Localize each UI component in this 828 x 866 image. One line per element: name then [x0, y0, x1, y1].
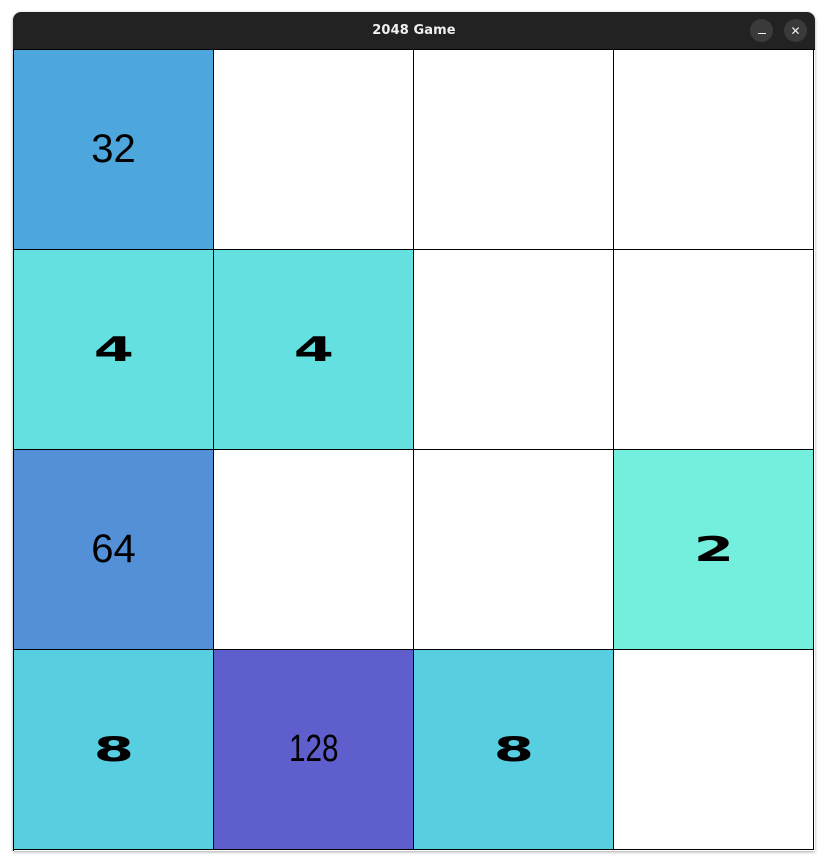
tile [414, 50, 614, 250]
minimize-button[interactable] [750, 19, 773, 42]
game-board[interactable]: 32 4 4 64 2 8 128 8 [13, 49, 815, 851]
tile [414, 450, 614, 650]
tile: 4 [14, 250, 214, 450]
tile [614, 650, 814, 850]
tile [414, 250, 614, 450]
tile: 32 [14, 50, 214, 250]
tile-value: 8 [493, 729, 534, 770]
close-icon: ✕ [790, 23, 801, 38]
tile-value: 32 [91, 127, 136, 171]
tile: 2 [614, 450, 814, 650]
tile [614, 50, 814, 250]
tile-value: 2 [693, 529, 734, 570]
minimize-icon [757, 33, 766, 34]
tile-value: 4 [93, 329, 134, 370]
tile-value: 8 [93, 729, 134, 770]
tile [214, 450, 414, 650]
tile-value: 64 [91, 527, 136, 571]
tile: 64 [14, 450, 214, 650]
tile [214, 50, 414, 250]
tile-value: 4 [293, 329, 334, 370]
tile: 4 [214, 250, 414, 450]
tile: 8 [14, 650, 214, 850]
game-window: 2048 Game ✕ 32 4 4 64 2 8 128 8 [13, 12, 815, 851]
window-title: 2048 Game [372, 23, 456, 38]
close-button[interactable]: ✕ [784, 19, 807, 42]
title-bar[interactable]: 2048 Game ✕ [13, 12, 815, 49]
tile [614, 250, 814, 450]
tile-value: 128 [288, 728, 339, 770]
tile: 8 [414, 650, 614, 850]
tile: 128 [214, 650, 414, 850]
